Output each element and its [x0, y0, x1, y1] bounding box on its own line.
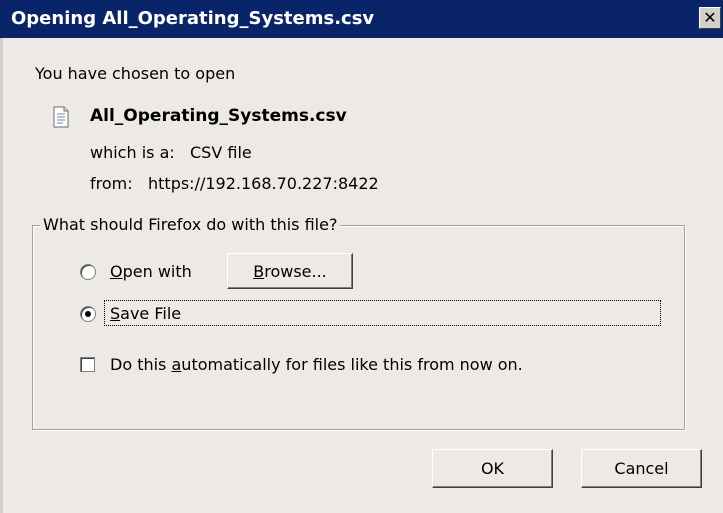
title-bar[interactable]: Opening All_Operating_Systems.csv ✕	[0, 0, 723, 38]
open-with-label[interactable]: Open with	[110, 262, 192, 281]
save-file-radio[interactable]	[80, 306, 96, 322]
file-source-label: from:	[90, 174, 133, 193]
window-border	[0, 38, 3, 513]
open-with-radio[interactable]	[80, 264, 96, 280]
intro-text: You have chosen to open	[35, 64, 236, 83]
download-dialog: Opening All_Operating_Systems.csv ✕ You …	[0, 0, 723, 513]
save-file-label[interactable]: Save File	[110, 304, 181, 323]
close-button[interactable]: ✕	[699, 7, 721, 29]
action-groupbox	[32, 225, 685, 430]
browse-button[interactable]: Browse...	[227, 253, 353, 289]
auto-checkbox-label[interactable]: Do this automatically for files like thi…	[110, 355, 523, 374]
file-type-label: which is a:	[90, 143, 175, 162]
auto-checkbox[interactable]	[80, 357, 95, 372]
close-icon: ✕	[703, 8, 717, 27]
window-title: Opening All_Operating_Systems.csv	[11, 8, 375, 29]
cancel-button[interactable]: Cancel	[581, 449, 702, 488]
document-icon	[53, 106, 69, 128]
ok-button[interactable]: OK	[432, 449, 553, 488]
focus-rectangle	[104, 300, 661, 326]
file-source-value: https://192.168.70.227:8422	[148, 174, 379, 193]
file-type-value: CSV file	[190, 143, 252, 162]
file-name: All_Operating_Systems.csv	[90, 106, 347, 126]
action-group-legend: What should Firefox do with this file?	[40, 215, 341, 234]
